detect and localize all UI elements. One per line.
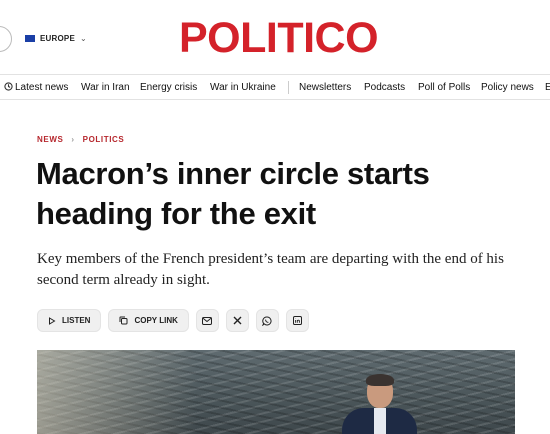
breadcrumb: NEWS › POLITICS	[37, 135, 124, 144]
article-actions: LISTEN COPY LINK	[37, 309, 309, 332]
copy-link-label: COPY LINK	[134, 316, 178, 325]
listen-button[interactable]: LISTEN	[37, 309, 102, 332]
site-logo[interactable]: POLITICO	[179, 14, 379, 62]
share-x-button[interactable]	[225, 309, 249, 332]
nav-item-war-in-ukraine[interactable]: War in Ukraine	[210, 82, 276, 93]
region-label: EUROPE	[40, 33, 75, 43]
eu-flag-icon	[25, 34, 35, 42]
nav-item-policy-news[interactable]: Policy news	[481, 82, 534, 93]
x-icon	[233, 316, 242, 325]
share-email-button[interactable]	[195, 309, 219, 332]
main-nav: Latest news War in Iran Energy crisis Wa…	[0, 74, 550, 100]
nav-item-latest-news[interactable]: Latest news	[15, 82, 68, 93]
linkedin-icon	[292, 316, 302, 325]
nav-divider	[288, 81, 289, 94]
nav-item-cut-off[interactable]: E	[545, 82, 550, 93]
region-selector[interactable]: EUROPE ⌄	[25, 31, 87, 45]
share-whatsapp-button[interactable]	[255, 309, 279, 332]
latest-news-icon	[4, 82, 13, 93]
menu-button[interactable]	[0, 26, 12, 52]
breadcrumb-politics[interactable]: POLITICS	[83, 135, 125, 144]
site-header: EUROPE ⌄ POLITICO	[0, 0, 550, 72]
lead-photo	[37, 350, 515, 434]
chevron-right-icon: ›	[71, 135, 75, 144]
breadcrumb-news[interactable]: NEWS	[37, 135, 63, 144]
chevron-down-icon: ⌄	[80, 33, 87, 43]
nav-item-podcasts[interactable]: Podcasts	[364, 82, 405, 93]
listen-label: LISTEN	[62, 316, 91, 325]
copy-link-button[interactable]: COPY LINK	[108, 309, 189, 332]
article-dek: Key members of the French president’s te…	[37, 251, 504, 288]
nav-item-energy-crisis[interactable]: Energy crisis	[140, 82, 197, 93]
article-headline: Macron’s inner circle starts heading for…	[36, 156, 430, 231]
nav-item-poll-of-polls[interactable]: Poll of Polls	[418, 82, 470, 93]
nav-item-war-in-iran[interactable]: War in Iran	[81, 82, 130, 93]
whatsapp-icon	[262, 315, 272, 326]
share-linkedin-button[interactable]	[285, 309, 309, 332]
copy-icon	[119, 316, 128, 325]
play-icon	[49, 316, 56, 325]
nav-item-newsletters[interactable]: Newsletters	[299, 82, 351, 93]
email-icon	[202, 316, 213, 325]
